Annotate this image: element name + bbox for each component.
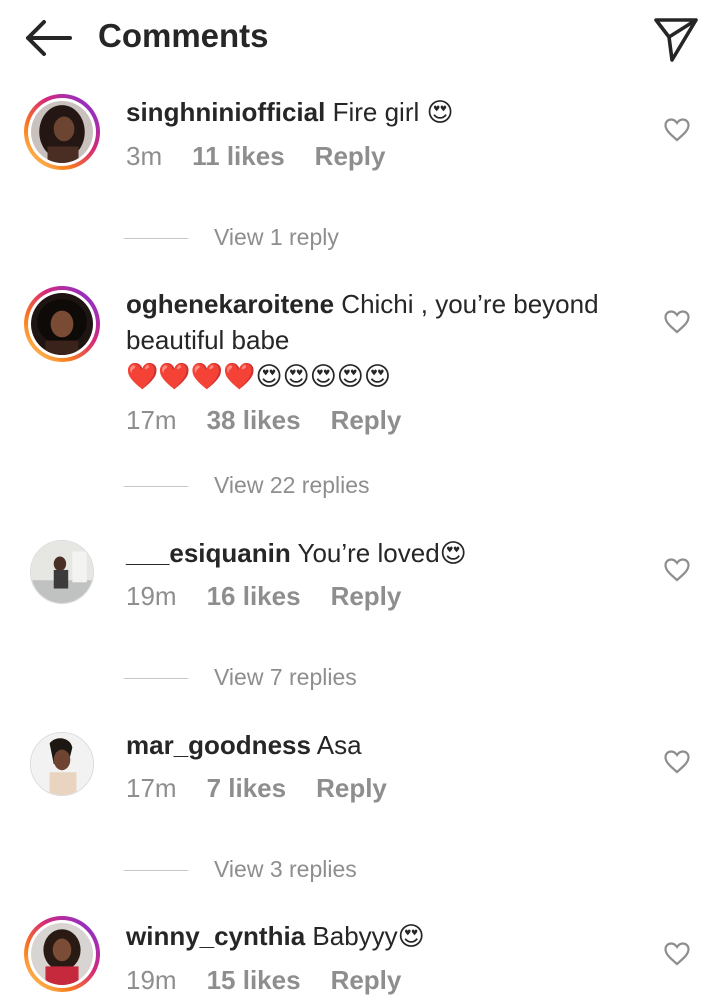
profile-photo [31,733,93,795]
comment-emoji: 😍 [426,98,454,128]
comment-text-block: ___esiquanin You’re loved😍 [126,535,626,572]
view-replies-label: View 7 replies [214,664,357,690]
likes-count[interactable]: 38 likes [207,405,301,435]
comment-text: Fire girl [332,97,420,127]
divider-line [124,238,188,240]
paper-plane-icon [654,18,698,62]
avatar[interactable] [24,286,100,362]
comment-emoji: ❤️❤️❤️❤️😍😍😍😍😍 [126,362,392,392]
comment-meta: 19m 16 likes Reply [126,581,431,612]
arrow-left-icon [26,20,72,56]
comment-username[interactable]: winny_cynthia [126,921,305,951]
likes-count[interactable]: 7 likes [207,773,287,803]
reply-button[interactable]: Reply [315,141,386,171]
avatar[interactable] [30,732,94,796]
view-replies-label: View 22 replies [214,472,370,498]
avatar[interactable] [24,94,100,170]
comment-username[interactable]: singhniniofficial [126,97,325,127]
divider-line [124,678,188,680]
profile-photo [31,923,93,985]
back-button[interactable] [20,16,76,60]
share-button[interactable] [650,12,702,64]
comment-meta: 17m 7 likes Reply [126,773,417,804]
like-heart-icon[interactable] [664,558,690,582]
likes-count[interactable]: 16 likes [207,581,301,611]
comment-text-block: oghenekaroitene Chichi , you’re beyond b… [126,286,626,395]
view-replies-link[interactable]: View 1 reply [124,224,339,251]
comment-text: Babyyy [312,921,398,951]
comment-time: 19m [126,965,177,995]
view-replies-label: View 1 reply [214,224,339,250]
divider-line [124,486,188,488]
page-title: Comments [98,17,269,54]
comment-meta: 19m 15 likes Reply [126,965,431,996]
comment-emoji: 😍 [397,922,425,952]
like-heart-icon[interactable] [664,118,690,142]
likes-count[interactable]: 15 likes [207,965,301,995]
comment-username[interactable]: mar_goodness [126,730,311,760]
like-heart-icon[interactable] [664,310,690,334]
reply-button[interactable]: Reply [316,773,387,803]
comment-time: 17m [126,405,177,435]
comment-text: You’re loved [297,538,440,568]
comment-time: 3m [126,141,163,171]
profile-photo [31,541,93,603]
profile-photo [31,101,93,163]
comment-text-block: winny_cynthia Babyyy😍 [126,918,626,955]
avatar[interactable] [24,916,100,992]
comment-emoji: 😍 [439,539,467,569]
comment-text-block: mar_goodness Asa [126,727,626,763]
avatar[interactable] [30,540,94,604]
comment-text-block: singhniniofficial Fire girl 😍 [126,94,626,131]
reply-button[interactable]: Reply [331,405,402,435]
comment-time: 17m [126,773,177,803]
comment-text: Asa [316,730,362,760]
like-heart-icon[interactable] [664,942,690,966]
like-heart-icon[interactable] [664,750,690,774]
reply-button[interactable]: Reply [331,581,402,611]
view-replies-link[interactable]: View 22 replies [124,472,370,499]
comment-username[interactable]: oghenekaroitene [126,289,334,319]
comment-meta: 17m 38 likes Reply [126,405,431,436]
view-replies-link[interactable]: View 7 replies [124,664,357,691]
view-replies-link[interactable]: View 3 replies [124,856,357,883]
comment-time: 19m [126,581,177,611]
top-bar: Comments [0,0,720,76]
comment-meta: 3m 11 likes Reply [126,141,415,172]
likes-count[interactable]: 11 likes [192,141,285,171]
comment-username[interactable]: ___esiquanin [126,538,291,568]
profile-photo [31,293,93,355]
reply-button[interactable]: Reply [331,965,402,995]
divider-line [124,870,188,872]
view-replies-label: View 3 replies [214,856,357,882]
